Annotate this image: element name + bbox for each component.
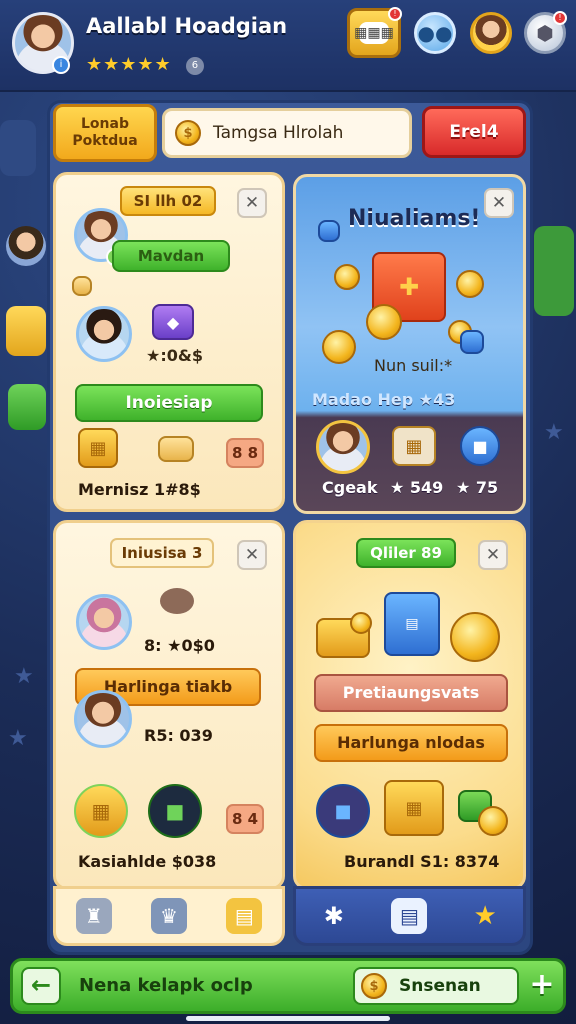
friends-avatar-button[interactable] xyxy=(470,12,512,54)
coin-icon xyxy=(334,264,360,290)
search-text: Tamgsa Hlrolah xyxy=(213,123,344,143)
stat-two: ★ 75 xyxy=(456,478,499,497)
red-action-button[interactable]: Erel4 xyxy=(422,106,526,158)
avatar-name: Cgeak xyxy=(322,478,378,497)
card4-label: Qliler 89 xyxy=(356,538,456,568)
blue-gem-icon xyxy=(318,220,340,242)
star-value: ★:0&$ xyxy=(146,346,203,365)
bottom-label: Nena kelapk oclp xyxy=(79,975,253,996)
coin-icon xyxy=(322,330,356,364)
info-badge-icon: i xyxy=(52,56,70,74)
card2-subtitle: Nun suil:* xyxy=(374,356,453,375)
chat-button[interactable]: ●● xyxy=(414,12,456,54)
coin-icon xyxy=(456,270,484,298)
chest-icon[interactable]: ▦ xyxy=(74,784,128,838)
treasure-chest-icon[interactable]: ▦ xyxy=(78,428,118,468)
card1-label: SI llh 02 xyxy=(120,186,216,216)
back-arrow-icon[interactable]: ← xyxy=(21,967,61,1005)
green-box-icon[interactable]: ■ xyxy=(148,784,202,838)
background-star-icon: ★ xyxy=(14,664,34,689)
card2-title: Niualiams! xyxy=(348,206,481,231)
name-button[interactable]: Mavdan xyxy=(112,240,230,272)
bottom-pill-label: Snsenan xyxy=(399,976,481,996)
crate-item-icon[interactable]: ▦ xyxy=(392,426,436,466)
star-burst-icon[interactable]: ★ xyxy=(467,898,503,934)
value-one: 8: ★0$0 xyxy=(144,636,215,655)
side-peek-avatar xyxy=(0,120,36,176)
crown-icon[interactable]: ♛ xyxy=(150,898,187,934)
avatar-girl-pink[interactable] xyxy=(76,594,132,650)
chat-bubble-icon: ●● xyxy=(417,21,453,45)
player-name: Aallabl Hoadgian xyxy=(86,14,288,38)
cloud-icon xyxy=(160,588,194,614)
close-icon[interactable]: ✕ xyxy=(237,540,267,570)
puzzle-icon[interactable]: ✱ xyxy=(316,898,352,934)
castle-icon[interactable]: ♜ xyxy=(75,898,112,934)
purple-item-icon[interactable]: ◆ xyxy=(152,304,194,340)
blue-book-icon[interactable]: ▤ xyxy=(384,592,440,656)
stat-one: ★ 549 xyxy=(390,478,444,497)
notification-dot: ! xyxy=(388,7,402,21)
gift-box-icon: ▦▦▦ xyxy=(354,22,394,44)
bottom-bar: ← Nena kelapk oclp $ Snsenan + xyxy=(10,958,566,1014)
background-star-icon: ★ xyxy=(8,726,28,751)
shield-icon: ⬢ xyxy=(536,21,554,45)
background-star-icon: ★ xyxy=(544,420,564,445)
level-chip: 6 xyxy=(186,57,205,75)
notification-dot: ! xyxy=(553,11,567,25)
bottom-currency-pill[interactable]: $ Snsenan xyxy=(353,967,519,1005)
blue-cube-icon[interactable]: ■ xyxy=(316,784,370,838)
count-pill: 8 4 xyxy=(226,804,264,834)
coin-icon: $ xyxy=(175,120,201,146)
cake-icon[interactable]: ▤ xyxy=(226,898,263,934)
coin-icon: $ xyxy=(361,973,387,999)
avatar-girl-gold[interactable] xyxy=(316,420,370,474)
side-peek-right xyxy=(534,226,574,316)
card1-footer: Mernisz 1#8$ xyxy=(78,480,201,499)
card2-row-label: Madao Hep ★43 xyxy=(312,390,456,409)
treasure-basket-icon[interactable]: ▦ xyxy=(384,780,444,836)
card4-footer: Burandl S1: 8374 xyxy=(344,852,500,871)
card3-label: Iniusisa 3 xyxy=(110,538,214,568)
side-avatar xyxy=(6,226,46,266)
right-icon-strip: ✱ ▤ ★ xyxy=(293,886,526,946)
home-indicator[interactable] xyxy=(186,1016,390,1021)
plus-icon[interactable]: + xyxy=(525,969,559,1003)
rose-action-button[interactable]: Pretiaungsvats xyxy=(314,674,508,712)
avatar-girl-brown[interactable] xyxy=(74,690,132,748)
card3-footer: Kasiahlde $038 xyxy=(78,852,217,871)
rating-stars: ★★★★★ xyxy=(86,54,172,75)
gold-bar-icon xyxy=(158,436,194,462)
settings-button[interactable]: ⬢ ! xyxy=(524,11,567,54)
coin-icon xyxy=(478,806,508,836)
left-icon-strip: ♜ ♛ ▤ xyxy=(53,886,285,946)
close-icon[interactable]: ✕ xyxy=(478,540,508,570)
big-coin-icon xyxy=(450,612,500,662)
player-rating: ★★★★★ 6 xyxy=(86,54,205,75)
green-action-button[interactable]: Inoiesiap xyxy=(75,384,263,422)
small-gem-icon xyxy=(72,276,92,296)
avatar-boy[interactable] xyxy=(76,306,132,362)
count-pill: 8 8 xyxy=(226,438,264,468)
coin-icon xyxy=(366,304,402,340)
document-icon[interactable]: ▤ xyxy=(391,898,428,934)
coin-icon xyxy=(350,612,372,634)
orange-shop-button[interactable]: Harlunga nlodas xyxy=(314,724,508,762)
side-item-green xyxy=(8,384,46,430)
value-two: R5: 039 xyxy=(144,726,213,745)
blue-cube-icon[interactable]: ■ xyxy=(460,426,500,466)
top-bar: i Aallabl Hoadgian ★★★★★ 6 ▦▦▦ ! ●● ⬢ ! xyxy=(0,0,576,92)
blue-gem-icon xyxy=(460,330,484,354)
side-item-chest xyxy=(6,306,46,356)
gift-box-button[interactable]: ▦▦▦ ! xyxy=(347,7,402,58)
search-input[interactable]: $ Tamgsa Hlrolah xyxy=(162,108,412,158)
close-icon[interactable]: ✕ xyxy=(237,188,267,218)
tab-left[interactable]: Lonab Poktdua xyxy=(53,104,157,162)
close-icon[interactable]: ✕ xyxy=(484,188,514,218)
